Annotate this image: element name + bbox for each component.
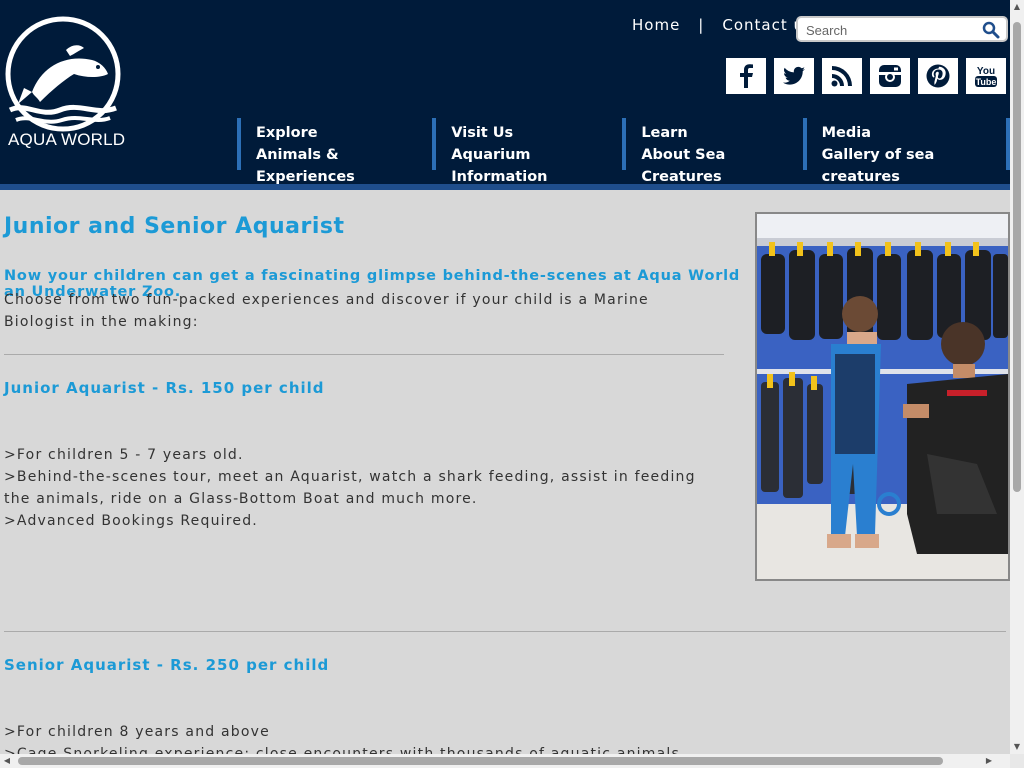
horizontal-scroll-thumb[interactable]: [18, 757, 943, 765]
pinterest-button[interactable]: [918, 58, 958, 94]
fish-logo-icon: [5, 16, 121, 132]
rss-icon: [831, 66, 852, 87]
nav-visit-us[interactable]: Visit Us Aquarium Information: [432, 118, 622, 185]
nav-explore[interactable]: Explore Animals & Experiences: [237, 118, 432, 185]
twitter-icon: [783, 66, 805, 85]
nav-learn[interactable]: Learn About Sea Creatures: [622, 118, 802, 185]
search-icon[interactable]: [982, 21, 1000, 39]
list-item: >Advanced Bookings Required.: [4, 513, 258, 529]
nav-learn-title: Learn: [641, 125, 688, 141]
horizontal-scrollbar[interactable]: ◀ ▶: [0, 754, 1010, 768]
junior-details: >For children 5 - 7 years old. >Behind-t…: [4, 444, 724, 532]
list-item: >For children 8 years and above: [4, 724, 270, 740]
scroll-down-arrow-icon[interactable]: ▼: [1012, 742, 1022, 752]
nav-visit-title: Visit Us: [451, 125, 514, 141]
page-title: Junior and Senior Aquarist: [4, 214, 345, 239]
main-nav: Explore Animals & Experiences Visit Us A…: [237, 118, 1011, 185]
svg-text:You: You: [977, 66, 995, 77]
section-divider: [4, 354, 724, 355]
nav-media-title: Media: [821, 125, 872, 141]
scrollbar-corner: [1010, 754, 1024, 768]
nav-media-subtitle: Gallery of sea creatures: [821, 147, 935, 185]
twitter-button[interactable]: [774, 58, 814, 94]
scroll-up-arrow-icon[interactable]: ▲: [1012, 2, 1022, 12]
site-header: AQUA WORLD Home | Contact us You: [0, 0, 1011, 185]
vertical-scrollbar[interactable]: ▲ ▼: [1010, 0, 1024, 754]
senior-aquarist-heading: Senior Aquarist - Rs. 250 per child: [4, 656, 330, 674]
section-divider: [4, 631, 1006, 632]
search-input[interactable]: [806, 21, 976, 39]
aquarist-photo: [755, 212, 1010, 581]
rss-button[interactable]: [822, 58, 862, 94]
svg-text:Tube: Tube: [976, 77, 997, 87]
facebook-icon: [740, 64, 753, 88]
intro-text: Choose from two fun-packed experiences a…: [4, 292, 649, 330]
home-link[interactable]: Home: [632, 16, 680, 34]
instagram-button[interactable]: [870, 58, 910, 94]
nav-explore-title: Explore: [256, 125, 318, 141]
link-separator: |: [698, 16, 705, 34]
nav-explore-subtitle: Animals & Experiences: [256, 147, 355, 185]
list-item: >Behind-the-scenes tour, meet an Aquaris…: [4, 469, 696, 507]
nav-learn-subtitle: About Sea Creatures: [641, 147, 726, 185]
youtube-button[interactable]: You Tube: [966, 58, 1006, 94]
vertical-scroll-thumb[interactable]: [1013, 22, 1021, 492]
junior-aquarist-heading: Junior Aquarist - Rs. 150 per child: [4, 379, 325, 397]
social-links: You Tube: [726, 58, 1006, 94]
youtube-icon: You Tube: [975, 66, 997, 87]
divers-photo-image: [757, 214, 1008, 579]
facebook-button[interactable]: [726, 58, 766, 94]
top-links: Home | Contact us: [632, 16, 813, 34]
scroll-right-arrow-icon[interactable]: ▶: [984, 756, 994, 766]
search-box: [796, 16, 1008, 42]
scroll-left-arrow-icon[interactable]: ◀: [2, 756, 12, 766]
nav-media[interactable]: Media Gallery of sea creatures: [802, 118, 1006, 185]
instagram-icon: [879, 65, 901, 87]
pinterest-icon: [926, 64, 950, 88]
nav-visit-subtitle: Aquarium Information: [451, 147, 548, 185]
list-item: >For children 5 - 7 years old.: [4, 447, 244, 463]
brand-name: AQUA WORLD: [8, 130, 126, 149]
